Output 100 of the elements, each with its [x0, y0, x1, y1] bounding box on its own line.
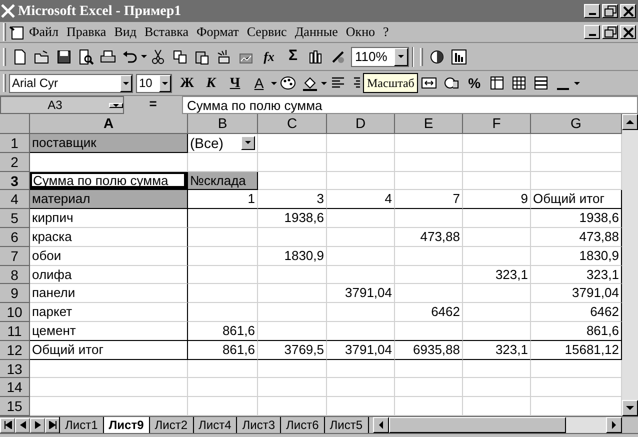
scroll-up-button[interactable]	[622, 114, 638, 130]
menu-item[interactable]: Вставка	[140, 22, 193, 42]
table-cell: обои	[30, 246, 188, 266]
next-sheet-icon	[34, 421, 42, 429]
scroll-right-button[interactable]	[606, 417, 622, 433]
close-icon	[620, 4, 636, 18]
table-cell: панели	[30, 284, 188, 304]
column-header[interactable]: B	[188, 114, 258, 134]
previous-sheet-icon	[18, 421, 26, 429]
restore-button[interactable]	[602, 25, 618, 39]
row-header[interactable]: 3	[0, 172, 30, 190]
menu-item[interactable]: Правка	[62, 22, 110, 42]
font-size-dropdown[interactable]: 10	[136, 74, 172, 92]
select-all-button[interactable]	[0, 114, 30, 134]
font-color-button[interactable]: A	[247, 72, 271, 94]
minimize-button[interactable]	[584, 4, 600, 18]
menu-item[interactable]: Сервис	[242, 22, 291, 42]
minimize-button[interactable]	[584, 25, 600, 39]
caret-icon[interactable]	[321, 82, 327, 84]
sheet-tab[interactable]: Лист9	[102, 416, 150, 434]
column-header[interactable]: A	[30, 114, 188, 134]
table-cell: цемент	[30, 322, 188, 341]
caret-icon[interactable]	[271, 82, 277, 84]
column-header[interactable]: F	[463, 114, 531, 134]
formula-input[interactable]: Сумма по полю сумма	[182, 96, 638, 114]
column-header[interactable]: G	[531, 114, 622, 134]
excel-logo-icon	[0, 3, 16, 19]
empty-cell	[463, 134, 531, 153]
table-cell: 9	[463, 190, 531, 210]
function-button[interactable]: fx	[257, 46, 281, 68]
row-header[interactable]: 6	[0, 228, 30, 247]
selected-cell[interactable]: Сумма по полю сумма	[30, 172, 188, 190]
italic-button[interactable]: К	[199, 72, 223, 94]
row-header[interactable]: 8	[0, 266, 30, 284]
close-button[interactable]	[620, 25, 636, 39]
row-header[interactable]: 1	[0, 134, 30, 153]
dropdown-arrow-icon	[123, 82, 129, 84]
dropdown-arrow-icon	[398, 55, 404, 58]
border-icon	[557, 88, 570, 90]
field-button[interactable]: №склада	[188, 172, 258, 190]
row-header[interactable]: 15	[0, 397, 30, 416]
next-sheet-button[interactable]	[30, 418, 45, 432]
previous-sheet-button[interactable]	[15, 418, 30, 432]
column-header[interactable]: E	[395, 114, 463, 134]
row-header[interactable]: 10	[0, 303, 30, 322]
row-header[interactable]: 7	[0, 246, 30, 266]
paste-icon	[194, 48, 210, 64]
table-cell: 1830,9	[258, 246, 327, 266]
empty-cell	[395, 322, 463, 341]
menu-item[interactable]: Формат	[192, 22, 243, 42]
name-box[interactable]: A3	[0, 96, 124, 114]
row-header[interactable]: 11	[0, 322, 30, 341]
percent-button[interactable]: %	[462, 72, 486, 94]
scroll-down-button[interactable]	[622, 400, 638, 416]
dropdown-arrow-icon	[245, 141, 251, 144]
row-header[interactable]: 9	[0, 284, 30, 304]
row-header[interactable]: 5	[0, 209, 30, 228]
scroll-left-button[interactable]	[372, 417, 389, 433]
empty-cell	[395, 246, 463, 266]
table-grid-icon	[511, 75, 528, 91]
bold-button[interactable]: Ж	[175, 72, 199, 94]
row-header[interactable]: 12	[0, 340, 30, 360]
caret-icon[interactable]	[141, 55, 147, 58]
menu-item[interactable]: ?	[379, 22, 393, 42]
restore-button[interactable]	[602, 4, 618, 18]
print-icon	[100, 48, 116, 64]
row-header[interactable]: 4	[0, 190, 30, 210]
row-header[interactable]: 14	[0, 378, 30, 398]
empty-cell	[395, 378, 463, 398]
menu-item[interactable]: Окно	[342, 22, 380, 42]
field-button[interactable]: материал	[30, 190, 188, 210]
column-header[interactable]: D	[327, 114, 395, 134]
empty-cell	[258, 228, 327, 247]
sum-button[interactable]: Σ	[281, 46, 305, 68]
menu-item[interactable]: Файл	[25, 22, 62, 42]
new-document-icon	[12, 48, 28, 64]
table-cell: 323,1	[463, 340, 531, 360]
first-sheet-button[interactable]	[0, 418, 15, 432]
close-button[interactable]	[620, 4, 636, 18]
row-header[interactable]: 13	[0, 360, 30, 378]
vertical-scrollbar[interactable]	[622, 114, 638, 416]
column-header[interactable]: C	[258, 114, 327, 134]
font-dropdown[interactable]: Arial Cyr	[9, 74, 133, 92]
menu-item[interactable]: Вид	[110, 22, 140, 42]
paint-bucket-icon	[302, 75, 318, 91]
underline-button[interactable]: Ч	[223, 72, 247, 94]
table-cell: кирпич	[30, 209, 188, 228]
table-cell: паркет	[30, 303, 188, 322]
dropdown-button[interactable]	[241, 136, 255, 150]
menu-item[interactable]: Данные	[290, 22, 342, 42]
scroll-thumb[interactable]	[388, 417, 566, 433]
equals-sign: =	[148, 96, 158, 113]
horizontal-scrollbar[interactable]	[372, 417, 622, 433]
table-cell: 7	[395, 190, 463, 210]
caret-icon[interactable]	[574, 82, 580, 84]
workbook-icon	[9, 24, 25, 40]
field-button[interactable]: поставщик	[30, 134, 188, 153]
row-header[interactable]: 2	[0, 152, 30, 172]
empty-cell	[395, 360, 463, 378]
zoom-dropdown[interactable]: 110%	[351, 46, 409, 66]
